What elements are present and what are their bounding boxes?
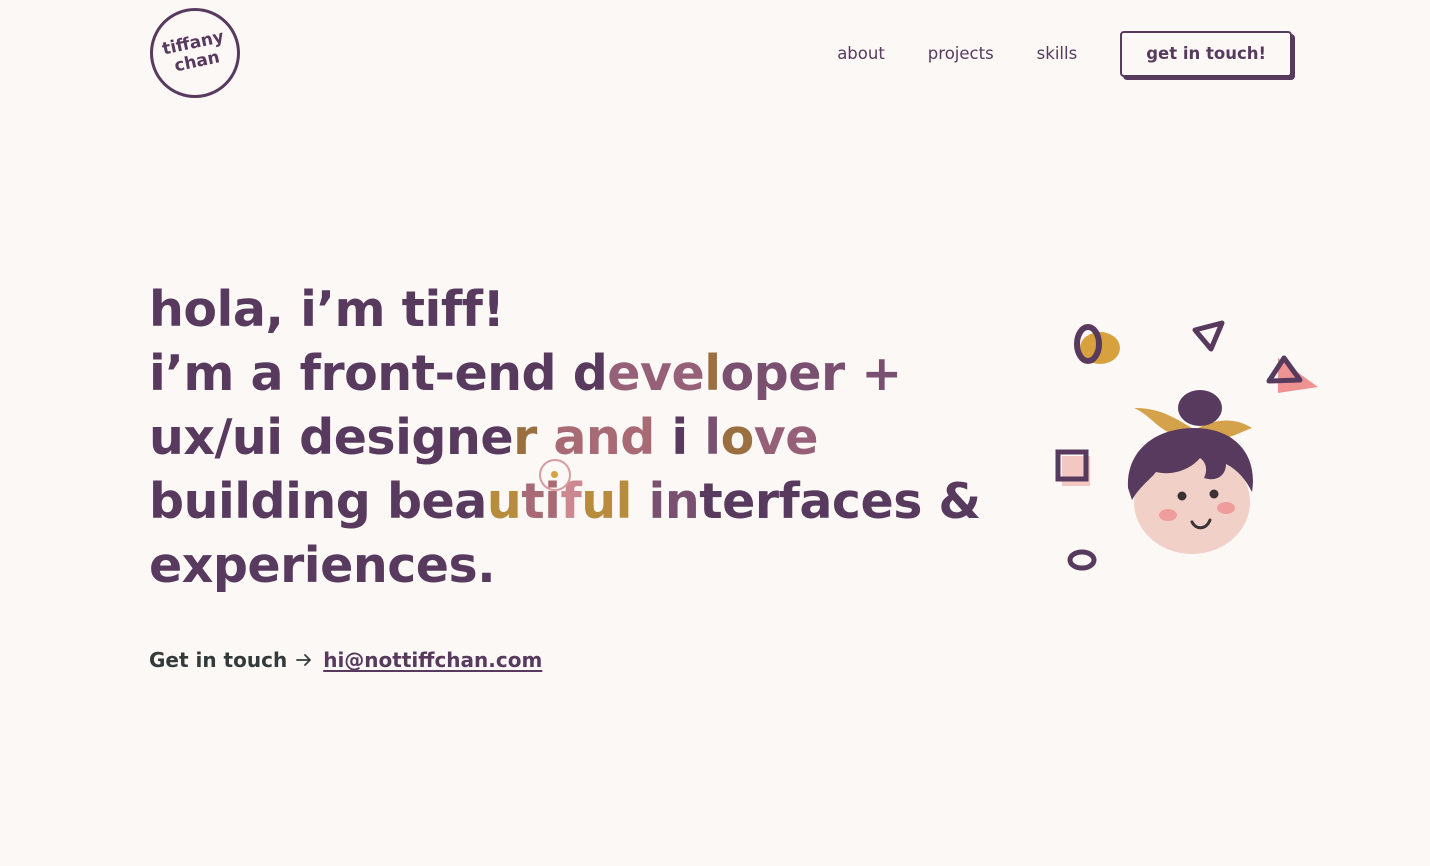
hero-line-4-part-b: u xyxy=(486,473,522,530)
hero-line-3-part-e: l xyxy=(704,409,721,466)
orange-blob-shape xyxy=(1074,324,1120,364)
outline-triangle-top xyxy=(1192,320,1225,352)
small-ring-shape xyxy=(1067,549,1097,571)
hero-line-3-part-b: r xyxy=(513,409,537,466)
hero-line-2-part-a: i’m a front-end d xyxy=(149,345,608,402)
hero-line-4-part-g: terfaces & xyxy=(699,473,981,530)
right-eye xyxy=(1209,489,1219,499)
hero-line-2-part-c: l xyxy=(704,345,721,402)
right-cheek xyxy=(1217,502,1235,514)
get-in-touch-button[interactable]: get in touch! xyxy=(1120,31,1292,77)
nav-link-skills[interactable]: skills xyxy=(1037,32,1078,76)
square-shape xyxy=(1055,449,1090,486)
contact-row: Get in touch hi@nottiffchan.com xyxy=(149,644,542,676)
logo[interactable]: tiffany chan xyxy=(150,8,240,98)
hero-line-2-part-b: eve xyxy=(607,345,705,402)
hero-line-3-part-c: and xyxy=(553,409,655,466)
hero-line-3-part-d: i xyxy=(671,409,705,466)
hero-line-3-part-f: o xyxy=(720,409,755,466)
arrow-right-icon xyxy=(296,654,312,666)
main-nav: about projects skills get in touch! xyxy=(837,31,1292,77)
hero-line-4-part-e: ul xyxy=(581,473,632,530)
hero-line-2: i’m a front-end developer + xyxy=(149,342,989,406)
hero-heading: hola, i’m tiff! i’m a front-end develope… xyxy=(149,278,989,598)
hero-line-4-part-a: building bea xyxy=(149,473,487,530)
pink-triangle-shape xyxy=(1266,355,1318,393)
logo-text: tiffany chan xyxy=(160,27,230,78)
hero-line-4-part-f: in xyxy=(648,473,700,530)
contact-label: Get in touch xyxy=(149,648,288,672)
hero-line-3-part-a: ux/ui designe xyxy=(149,409,514,466)
hero-line-1: hola, i’m tiff! xyxy=(149,281,505,338)
left-eye xyxy=(1177,491,1187,501)
hero-line-3-part-g: ve xyxy=(753,409,819,466)
hero-line-3: ux/ui designer and i love xyxy=(149,406,989,470)
girl-avatar-illustration xyxy=(1055,320,1318,571)
hair-bun xyxy=(1178,390,1222,426)
hero-line-5: experiences. xyxy=(149,537,496,594)
nav-link-about[interactable]: about xyxy=(837,32,885,76)
left-cheek xyxy=(1159,509,1177,521)
hero-line-2-part-d: oper + xyxy=(720,345,903,402)
custom-cursor-dot xyxy=(551,471,558,478)
page: tiffany chan about projects skills get i… xyxy=(0,0,1430,866)
nav-link-projects[interactable]: projects xyxy=(928,32,994,76)
email-link[interactable]: hi@nottiffchan.com xyxy=(323,644,542,676)
